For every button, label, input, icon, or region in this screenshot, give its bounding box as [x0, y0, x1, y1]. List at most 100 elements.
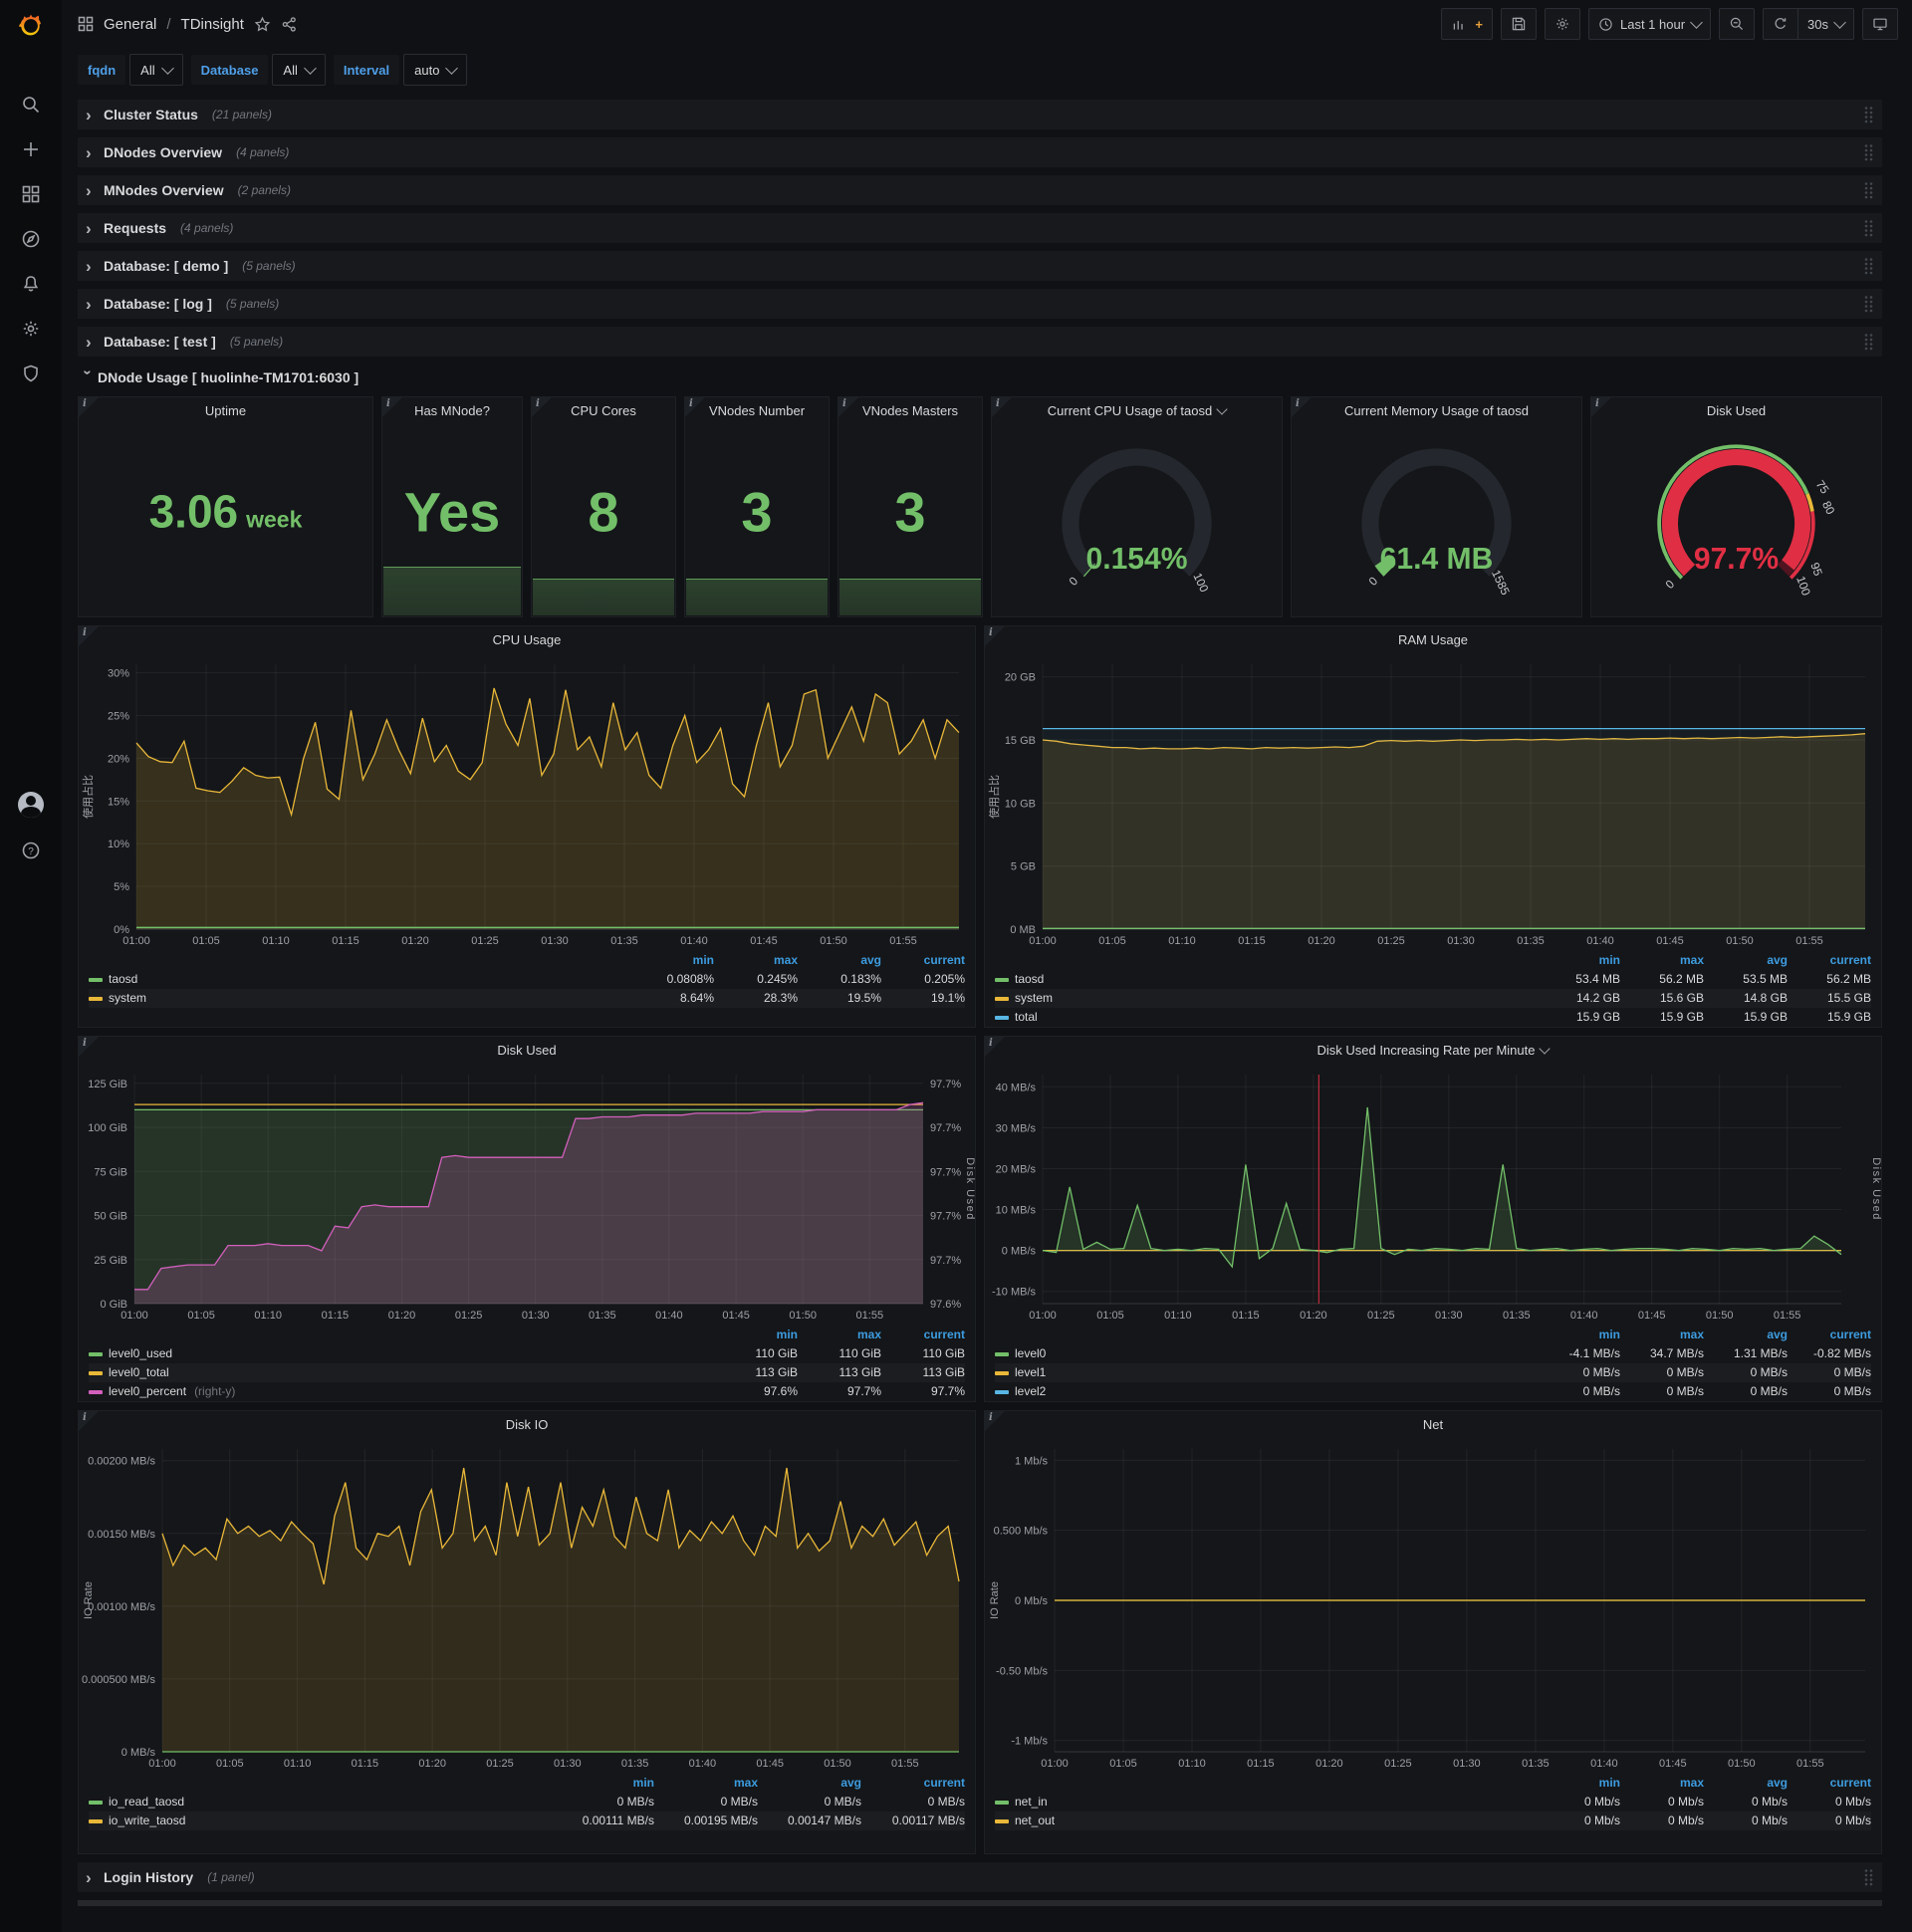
disk-io-chart[interactable]: 01:00 01:05 01:10 01:15 01:20 01:25 01:30 01:35…	[79, 1439, 975, 1772]
panel-title[interactable]: Disk Used	[1591, 397, 1881, 425]
info-icon[interactable]: i	[1595, 398, 1599, 409]
legend-series-level2[interactable]: level2	[995, 1382, 1537, 1401]
legend-series-level1[interactable]: level1	[995, 1363, 1537, 1382]
search-icon[interactable]	[20, 94, 42, 116]
legend-series-io_write_taosd[interactable]: io_write_taosd	[89, 1811, 551, 1830]
legend-series-total[interactable]: total	[995, 1008, 1537, 1027]
panel-title[interactable]: Disk Used Increasing Rate per Minute	[985, 1037, 1881, 1065]
help-icon[interactable]: ?	[20, 840, 42, 861]
legend-col-avg[interactable]: avg	[1704, 1326, 1788, 1344]
drag-handle-icon[interactable]	[1863, 143, 1874, 161]
row-database-log[interactable]: › Database: [ log ] (5 panels)	[78, 289, 1882, 319]
grafana-logo[interactable]	[0, 0, 62, 52]
legend-series-taosd[interactable]: taosd	[89, 970, 630, 989]
drag-handle-icon[interactable]	[1863, 219, 1874, 237]
legend-col-avg[interactable]: avg	[798, 951, 881, 970]
panel-ram-usage[interactable]: i RAM Usage 01:00 01:05 01:10 01:15 01:20 01:…	[984, 625, 1882, 1028]
panel-vnodes-number[interactable]: i VNodes Number 3	[684, 396, 830, 617]
legend-col-current[interactable]: current	[861, 1774, 965, 1793]
alerting-bell-icon[interactable]	[20, 273, 42, 295]
panel-cpu-cores[interactable]: i CPU Cores 8	[531, 396, 676, 617]
info-icon[interactable]: i	[83, 1038, 87, 1049]
disk-rate-chart[interactable]: 01:00 01:05 01:10 01:15 01:20 01:25 01:30 01:35…	[985, 1065, 1881, 1324]
drag-handle-icon[interactable]	[1863, 181, 1874, 199]
cycle-view-button[interactable]	[1862, 8, 1898, 40]
legend-col-min[interactable]: min	[1537, 1774, 1620, 1793]
variable-fqdn-value[interactable]: All	[129, 54, 183, 86]
net-chart[interactable]: 01:00 01:05 01:10 01:15 01:20 01:25 01:30 01:35…	[985, 1439, 1881, 1772]
info-icon[interactable]: i	[83, 398, 87, 409]
panel-disk-io[interactable]: i Disk IO 01:00 01:05 01:10 01:15 01:20 01:25…	[78, 1410, 976, 1854]
legend-col-min[interactable]: min	[630, 951, 714, 970]
legend-series-net_in[interactable]: net_in	[995, 1793, 1537, 1811]
row-cluster-status[interactable]: › Cluster Status (21 panels)	[78, 100, 1882, 129]
legend-series-level0_used[interactable]: level0_used	[89, 1344, 714, 1363]
info-icon[interactable]: i	[842, 398, 846, 409]
variable-database-value[interactable]: All	[272, 54, 326, 86]
info-icon[interactable]: i	[83, 1412, 87, 1423]
panel-title[interactable]: Current Memory Usage of taosd	[1292, 397, 1581, 425]
info-icon[interactable]: i	[536, 398, 540, 409]
drag-handle-icon[interactable]	[1863, 1868, 1874, 1886]
panel-title[interactable]: Net	[985, 1411, 1881, 1439]
legend-col-max[interactable]: max	[714, 951, 798, 970]
legend-series-net_out[interactable]: net_out	[995, 1811, 1537, 1830]
row-dnode-usage[interactable]: › DNode Usage [ huolinhe-TM1701:6030 ]	[78, 364, 1882, 390]
legend-col-avg[interactable]: avg	[1704, 1774, 1788, 1793]
panel-title[interactable]: CPU Usage	[79, 626, 975, 654]
dashboards-icon[interactable]	[20, 183, 42, 205]
add-panel-button[interactable]: +	[1441, 8, 1493, 40]
panel-title[interactable]: RAM Usage	[985, 626, 1881, 654]
disk-used-chart[interactable]: 01:00 01:05 01:10 01:15 01:20 01:25 01:30 01:35…	[79, 1065, 975, 1324]
panel-title[interactable]: VNodes Number	[685, 397, 829, 425]
row-login-history[interactable]: › Login History (1 panel)	[78, 1862, 1882, 1892]
panel-title[interactable]: Disk IO	[79, 1411, 975, 1439]
legend-col-min[interactable]: min	[714, 1326, 798, 1344]
admin-shield-icon[interactable]	[20, 362, 42, 384]
legend-series-io_read_taosd[interactable]: io_read_taosd	[89, 1793, 551, 1811]
legend-col-current[interactable]: current	[881, 1326, 965, 1344]
panel-title[interactable]: Disk Used	[79, 1037, 975, 1065]
drag-handle-icon[interactable]	[1863, 295, 1874, 313]
panel-title[interactable]: VNodes Masters	[838, 397, 982, 425]
panel-title[interactable]: Uptime	[79, 397, 372, 425]
row-requests[interactable]: › Requests (4 panels)	[78, 213, 1882, 243]
info-icon[interactable]: i	[386, 398, 390, 409]
row-dnodes-overview[interactable]: › DNodes Overview (4 panels)	[78, 137, 1882, 167]
panel-disk-used-chart[interactable]: i Disk Used 01:00 01:05 01:10 01:15 01:20 01:…	[78, 1036, 976, 1402]
info-icon[interactable]: i	[83, 627, 87, 638]
info-icon[interactable]: i	[989, 1412, 993, 1423]
legend-series-system[interactable]: system	[89, 989, 630, 1008]
row-mnodes-overview[interactable]: › MNodes Overview (2 panels)	[78, 175, 1882, 205]
star-icon[interactable]	[254, 16, 271, 33]
save-dashboard-button[interactable]	[1500, 8, 1537, 40]
panel-current-memory-gauge[interactable]: i Current Memory Usage of taosd 0 1585 6…	[1291, 396, 1582, 617]
legend-col-min[interactable]: min	[1537, 951, 1620, 970]
breadcrumb-section[interactable]: General	[104, 16, 156, 33]
legend-col-max[interactable]: max	[1620, 1774, 1704, 1793]
legend-series-level0[interactable]: level0	[995, 1344, 1537, 1363]
panel-title[interactable]: Current CPU Usage of taosd	[992, 397, 1282, 425]
variable-interval-value[interactable]: auto	[403, 54, 468, 86]
row-database-demo[interactable]: › Database: [ demo ] (5 panels)	[78, 251, 1882, 281]
legend-col-max[interactable]: max	[1620, 951, 1704, 970]
legend-series-level0_total[interactable]: level0_total	[89, 1363, 714, 1382]
dashboard-settings-button[interactable]	[1544, 8, 1580, 40]
legend-col-current[interactable]: current	[1788, 1326, 1871, 1344]
cpu-usage-chart[interactable]: 01:00 01:05 01:10 01:15 01:20 01:25 01:30 01:35…	[79, 654, 975, 949]
row-database-test[interactable]: › Database: [ test ] (5 panels)	[78, 327, 1882, 357]
panel-title[interactable]: CPU Cores	[532, 397, 675, 425]
legend-col-current[interactable]: current	[881, 951, 965, 970]
legend-col-current[interactable]: current	[1788, 951, 1871, 970]
panel-has-mnode[interactable]: i Has MNode? Yes	[381, 396, 523, 617]
legend-series-level0_percent[interactable]: level0_percent (right-y)	[89, 1382, 714, 1401]
scrollbar-track[interactable]	[78, 1900, 1882, 1906]
breadcrumb-page[interactable]: TDinsight	[181, 16, 244, 33]
panel-current-cpu-gauge[interactable]: i Current CPU Usage of taosd 0 100 0.154…	[991, 396, 1283, 617]
info-icon[interactable]: i	[1296, 398, 1300, 409]
drag-handle-icon[interactable]	[1863, 333, 1874, 351]
panel-vnodes-masters[interactable]: i VNodes Masters 3	[837, 396, 983, 617]
drag-handle-icon[interactable]	[1863, 106, 1874, 123]
info-icon[interactable]: i	[989, 627, 993, 638]
info-icon[interactable]: i	[996, 398, 1000, 409]
